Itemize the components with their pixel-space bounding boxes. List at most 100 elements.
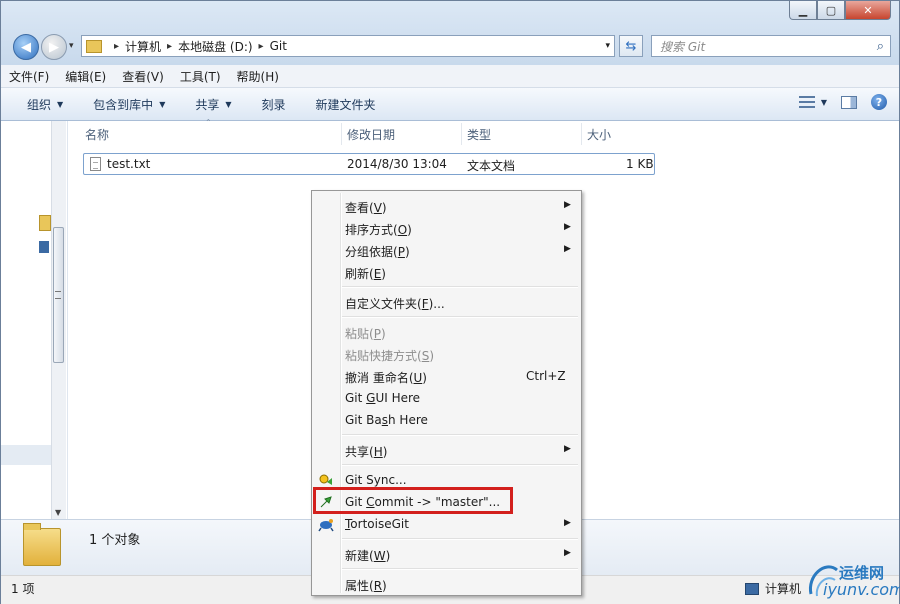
dropdown-arrow-icon: ▼ [225, 99, 232, 109]
file-size: 1 KB [626, 157, 654, 171]
menu-item-label: Git Bash Here [345, 413, 428, 427]
column-header-size[interactable]: 大小 [587, 123, 611, 145]
menu-item-paste: 粘贴(P) [314, 321, 579, 343]
menu-item-label: 粘贴(P) [345, 327, 386, 341]
submenu-arrow-icon: ▶ [564, 244, 571, 254]
search-input[interactable]: 搜索 Git ⌕ [651, 35, 891, 57]
help-icon[interactable]: ? [871, 94, 887, 110]
file-row[interactable]: test.txt 2014/8/30 13:04 文本文档 1 KB [83, 153, 655, 175]
search-icon[interactable]: ⌕ [877, 39, 884, 54]
menu-bar: 文件(F) 编辑(E) 查看(V) 工具(T) 帮助(H) [1, 65, 899, 88]
address-sep-icon[interactable]: ▸ [114, 41, 119, 52]
context-menu: 查看(V) ▶ 排序方式(O) ▶ 分组依据(P) ▶ 刷新(E) 自定义文件夹(F)… [311, 190, 582, 596]
menu-item-group-by[interactable]: 分组依据(P) ▶ [314, 239, 579, 261]
file-name: test.txt [107, 157, 151, 171]
address-sep-icon[interactable]: ▸ [259, 41, 264, 52]
menu-view[interactable]: 查看(V) [114, 68, 172, 85]
window-frame-top: ▁ ▢ ✕ ◀ ▶ ▾ ▸ 计算机 ▸ 本地磁盘 (D:) ▸ Git ▾ ⇆ … [1, 1, 899, 65]
breadcrumb-computer[interactable]: 计算机 [125, 38, 161, 55]
menu-separator [342, 568, 578, 570]
menu-item-label: 属性(R) [345, 579, 387, 593]
menu-item-undo-rename[interactable]: 撤消 重命名(U) Ctrl+Z [314, 365, 579, 387]
menu-separator [342, 464, 578, 466]
address-sep-icon[interactable]: ▸ [167, 41, 172, 52]
window-controls: ▁ ▢ ✕ [789, 1, 891, 20]
navigation-pane-selection [1, 445, 51, 465]
menu-item-tortoisegit[interactable]: TortoiseGit ▶ [314, 513, 579, 535]
new-folder-label: 新建文件夹 [315, 97, 376, 112]
forward-arrow-icon: ▶ [49, 39, 59, 55]
git-sync-icon [319, 474, 332, 485]
share-button[interactable]: 共享 ▼ [177, 96, 243, 113]
dropdown-arrow-icon: ▼ [159, 99, 166, 109]
breadcrumb-git[interactable]: Git [270, 39, 287, 53]
address-bar[interactable]: ▸ 计算机 ▸ 本地磁盘 (D:) ▸ Git ▾ [81, 35, 615, 57]
status-location: 计算机 [745, 580, 801, 597]
scroll-down-icon[interactable]: ▼ [55, 508, 61, 517]
menu-item-git-gui-here[interactable]: Git GUI Here [314, 387, 579, 409]
menu-item-label: 撤消 重命名(U) [345, 371, 427, 385]
menu-item-label: 新建(W) [345, 549, 391, 563]
menu-item-label: 查看(V) [345, 201, 387, 215]
file-type: 文本文档 [467, 159, 516, 173]
text-file-icon [90, 157, 101, 171]
burn-button[interactable]: 刻录 [244, 96, 298, 113]
file-modified: 2014/8/30 13:04 [347, 157, 447, 171]
refresh-icon: ⇆ [625, 38, 637, 54]
column-header-name[interactable]: 名称 [85, 123, 109, 145]
folder-icon[interactable] [39, 215, 51, 231]
menu-item-refresh[interactable]: 刷新(E) [314, 261, 579, 283]
menu-item-label: 排序方式(O) [345, 223, 412, 237]
computer-icon[interactable] [39, 241, 49, 253]
column-header-modified[interactable]: 修改日期 [347, 123, 395, 145]
column-divider[interactable] [581, 123, 582, 145]
column-header-type[interactable]: 类型 [467, 123, 491, 145]
sort-indicator-icon: ⌃ [205, 118, 212, 127]
menu-item-paste-shortcut: 粘贴快捷方式(S) [314, 343, 579, 365]
menu-item-sort-by[interactable]: 排序方式(O) ▶ [314, 217, 579, 239]
menu-separator [342, 286, 578, 288]
computer-icon [745, 582, 759, 595]
menu-item-git-bash-here[interactable]: Git Bash Here [314, 409, 579, 431]
maximize-button[interactable]: ▢ [817, 1, 845, 20]
back-button[interactable]: ◀ [13, 34, 39, 60]
burn-label: 刻录 [261, 97, 286, 112]
menu-item-label: 粘贴快捷方式(S) [345, 349, 434, 363]
submenu-arrow-icon: ▶ [564, 518, 571, 528]
submenu-arrow-icon: ▶ [564, 222, 571, 232]
recent-pages-dropdown[interactable]: ▾ [69, 41, 74, 51]
include-in-library-button[interactable]: 包含到库中 ▼ [75, 96, 177, 113]
back-arrow-icon: ◀ [21, 39, 31, 55]
menu-help[interactable]: 帮助(H) [229, 68, 287, 85]
menu-item-label: 分组依据(P) [345, 245, 410, 259]
refresh-button[interactable]: ⇆ [619, 35, 643, 57]
column-divider[interactable] [341, 123, 342, 145]
menu-separator [342, 316, 578, 318]
close-button[interactable]: ✕ [845, 1, 891, 20]
shortcut-label: Ctrl+Z [526, 369, 566, 383]
menu-file[interactable]: 文件(F) [1, 68, 57, 85]
organize-button[interactable]: 组织 ▼ [1, 96, 75, 113]
search-placeholder: 搜索 Git [660, 39, 706, 54]
menu-item-label: 自定义文件夹(F)... [345, 297, 445, 311]
preview-pane-icon[interactable] [841, 95, 857, 109]
views-dropdown-icon[interactable]: ▼ [821, 98, 827, 107]
menu-separator [342, 434, 578, 436]
menu-tools[interactable]: 工具(T) [172, 68, 229, 85]
change-view-icon[interactable] [798, 96, 815, 108]
submenu-arrow-icon: ▶ [564, 548, 571, 558]
address-dropdown-icon[interactable]: ▾ [605, 41, 610, 51]
menu-item-share[interactable]: 共享(H) ▶ [314, 439, 579, 461]
navigation-scrollbar[interactable]: ▼ [51, 121, 66, 519]
minimize-button[interactable]: ▁ [789, 1, 817, 20]
column-divider[interactable] [461, 123, 462, 145]
menu-item-customize-folder[interactable]: 自定义文件夹(F)... [314, 291, 579, 313]
breadcrumb-drive-d[interactable]: 本地磁盘 (D:) [178, 38, 252, 55]
menu-edit[interactable]: 编辑(E) [57, 68, 114, 85]
menu-item-view[interactable]: 查看(V) ▶ [314, 195, 579, 217]
menu-item-new[interactable]: 新建(W) ▶ [314, 543, 579, 565]
forward-button[interactable]: ▶ [41, 34, 67, 60]
status-location-label: 计算机 [765, 582, 802, 596]
menu-item-properties[interactable]: 属性(R) [314, 573, 579, 595]
new-folder-button[interactable]: 新建文件夹 [298, 96, 388, 113]
